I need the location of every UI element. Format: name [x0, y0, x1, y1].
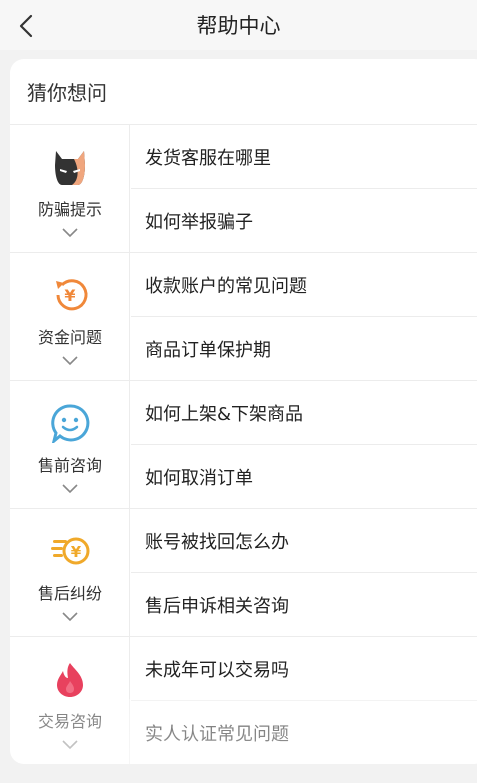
category-aftersale[interactable]: ¥ 售后纠纷: [10, 509, 130, 637]
faq-section-presale: 售前咨询 如何上架&下架商品 如何取消订单: [10, 381, 477, 509]
faq-card: 猜你想问 防骗提示 发货客服在哪里 如何举报骗子 ¥ 资金问题 收款账户的常见问…: [10, 59, 477, 764]
question-item[interactable]: 商品订单保护期: [131, 317, 477, 381]
question-text: 账号被找回怎么办: [145, 532, 289, 553]
question-item[interactable]: 如何上架&下架商品: [131, 381, 477, 445]
question-text: 如何取消订单: [145, 468, 253, 489]
smiley-chat-icon: [50, 403, 90, 446]
card-title: 猜你想问: [27, 81, 107, 105]
question-text: 收款账户的常见问题: [145, 276, 307, 297]
question-text: 售后申诉相关咨询: [145, 596, 289, 617]
question-item[interactable]: 如何举报骗子: [131, 189, 477, 253]
faq-section-funds: ¥ 资金问题 收款账户的常见问题 商品订单保护期: [10, 253, 477, 381]
question-item[interactable]: 售后申诉相关咨询: [131, 573, 477, 637]
question-text: 未成年可以交易吗: [145, 660, 289, 681]
question-item[interactable]: 如何取消订单: [131, 445, 477, 509]
category-label: 防骗提示: [37, 200, 102, 219]
question-text: 发货客服在哪里: [145, 148, 271, 169]
question-item[interactable]: 收款账户的常见问题: [131, 253, 477, 317]
question-text: 如何上架&下架商品: [145, 404, 304, 425]
question-item[interactable]: 账号被找回怎么办: [131, 509, 477, 573]
category-trade[interactable]: 交易咨询: [10, 637, 130, 764]
question-item[interactable]: 实人认证常见问题: [131, 701, 477, 764]
chevron-down-icon[interactable]: [61, 352, 79, 366]
category-label: 资金问题: [37, 328, 102, 347]
yuan-coin-speed-icon: ¥: [50, 531, 90, 571]
category-label: 售后纠纷: [37, 584, 102, 603]
faq-section-fraud: 防骗提示 发货客服在哪里 如何举报骗子: [10, 125, 477, 253]
svg-text:¥: ¥: [71, 543, 82, 561]
category-fraud-tips[interactable]: 防骗提示: [10, 125, 130, 253]
question-text: 如何举报骗子: [145, 212, 253, 233]
chevron-down-icon[interactable]: [61, 480, 79, 494]
devil-mask-icon: [50, 147, 90, 187]
question-item[interactable]: 发货客服在哪里: [131, 125, 477, 189]
question-text: 商品订单保护期: [145, 340, 271, 361]
top-bar: 帮助中心: [0, 0, 477, 50]
category-label: 交易咨询: [37, 712, 102, 731]
page-title: 帮助中心: [196, 14, 281, 38]
category-presale[interactable]: 售前咨询: [10, 381, 130, 509]
category-label: 售前咨询: [37, 456, 102, 475]
yuan-refund-icon: ¥: [50, 275, 90, 315]
flame-icon: [50, 659, 90, 699]
chevron-down-icon[interactable]: [61, 608, 79, 622]
category-funds[interactable]: ¥ 资金问题: [10, 253, 130, 381]
question-text: 实人认证常见问题: [145, 724, 289, 745]
svg-text:¥: ¥: [64, 286, 75, 305]
chevron-down-icon[interactable]: [61, 224, 79, 238]
faq-section-trade: 交易咨询 未成年可以交易吗 实人认证常见问题: [10, 637, 477, 764]
faq-section-aftersale: ¥ 售后纠纷 账号被找回怎么办 售后申诉相关咨询: [10, 509, 477, 637]
chevron-down-icon[interactable]: [61, 736, 79, 750]
question-item[interactable]: 未成年可以交易吗: [131, 637, 477, 701]
